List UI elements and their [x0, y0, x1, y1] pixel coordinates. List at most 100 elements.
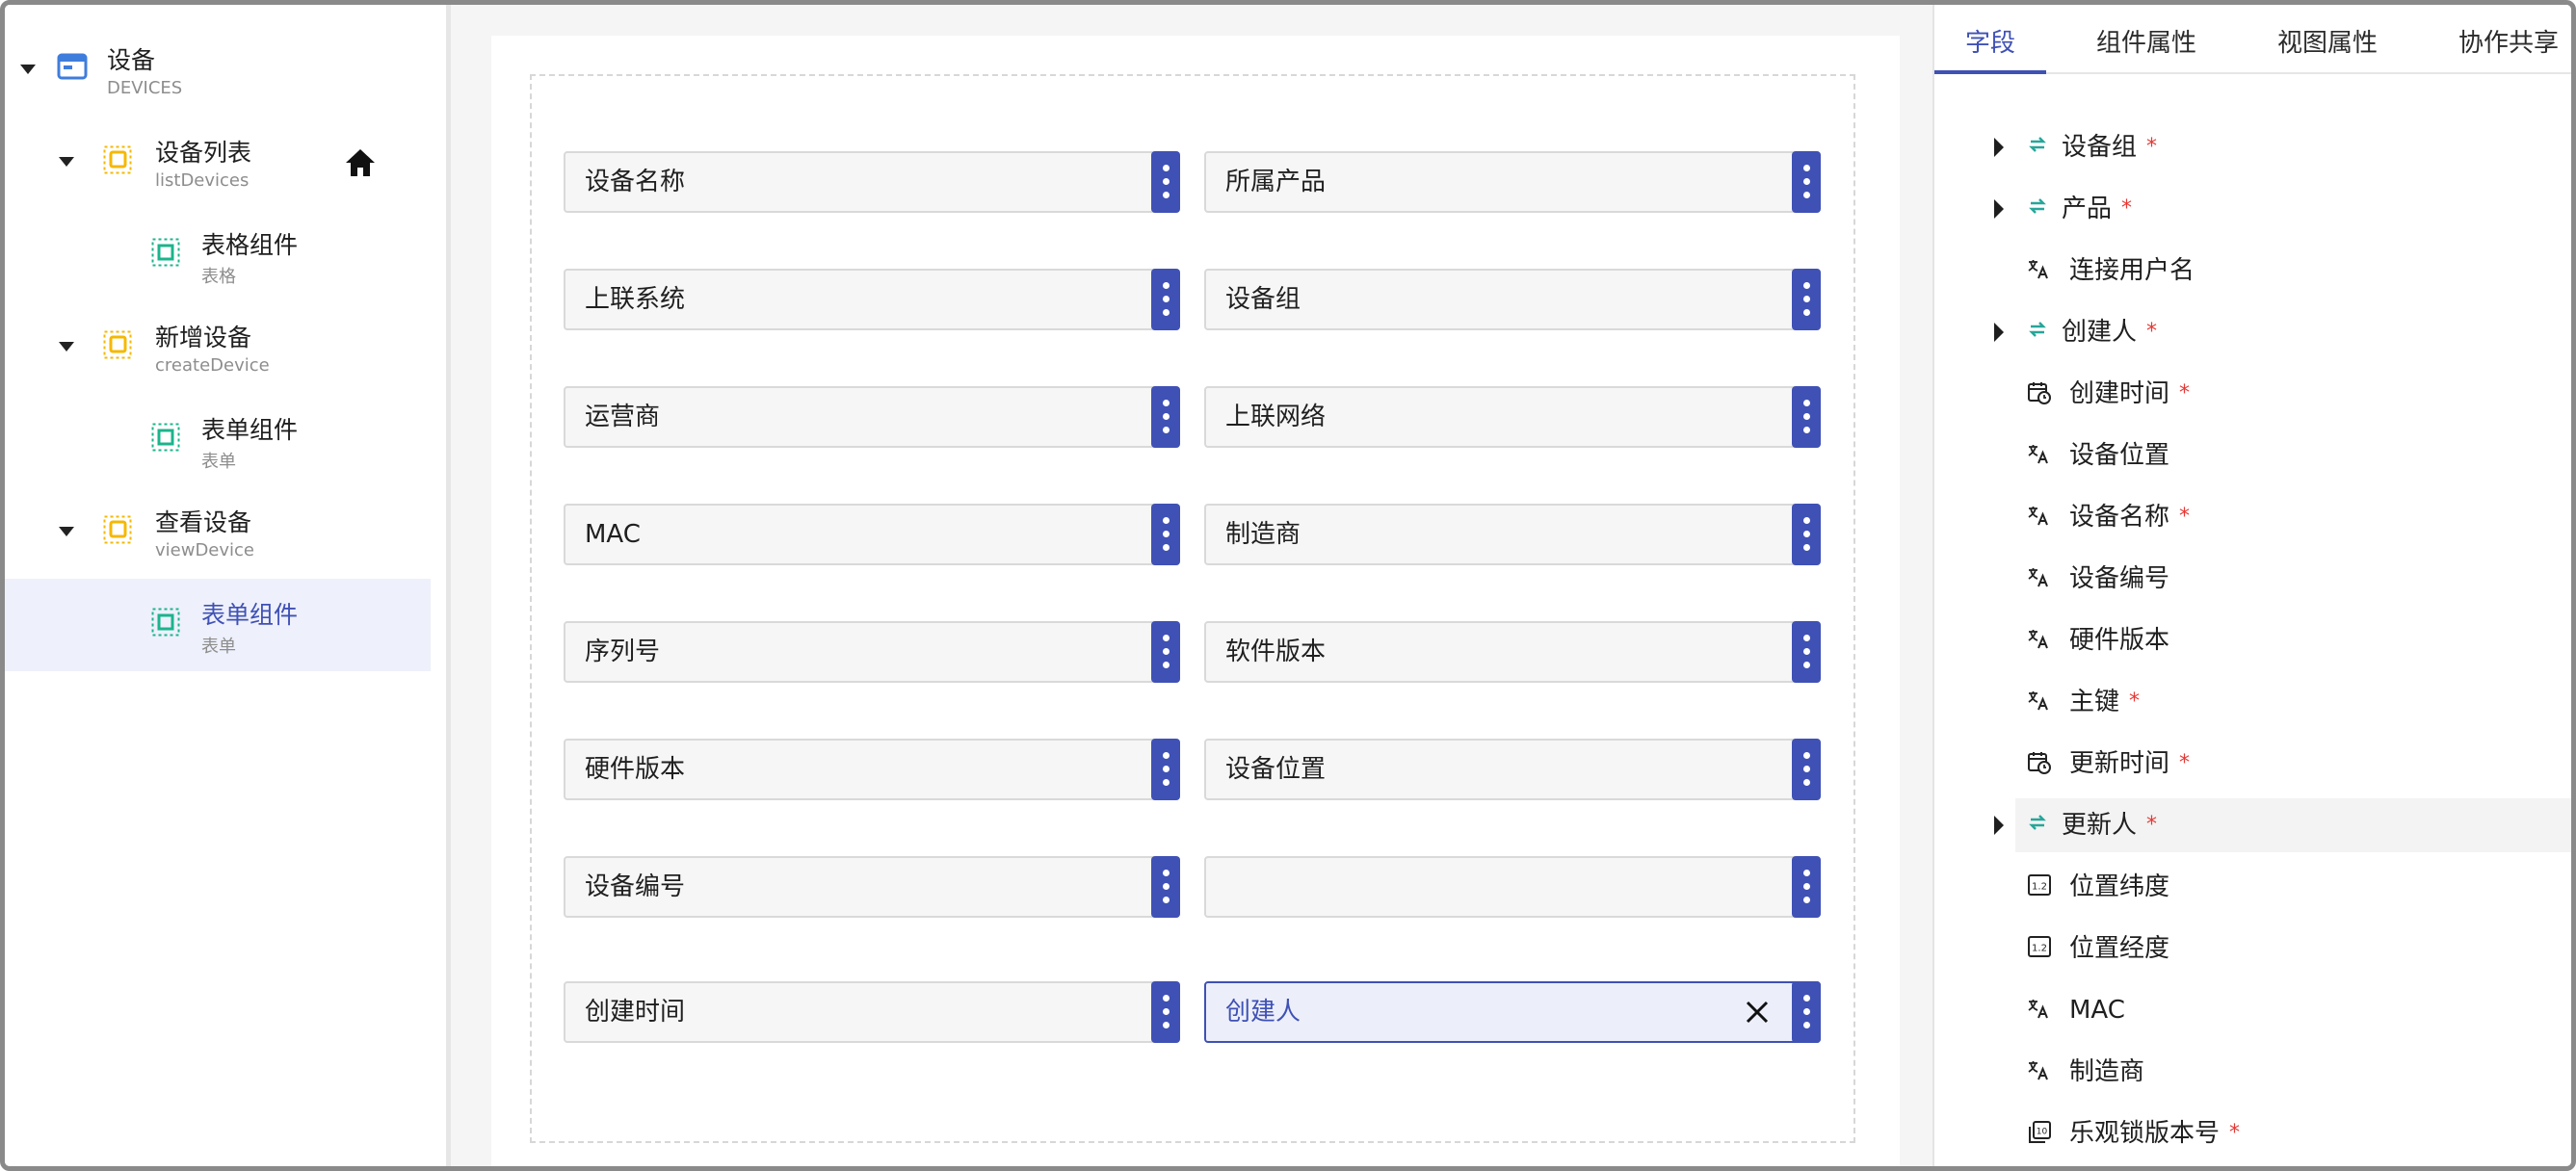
more-vert-icon[interactable]	[1151, 856, 1180, 918]
field-list-item[interactable]: 制造商	[2015, 1045, 2571, 1099]
tab-collaboration-sharing[interactable]: 协作共享	[2458, 5, 2559, 74]
field-name: 设备名称 *	[2069, 490, 2190, 546]
caret-right-icon[interactable]	[1994, 323, 2004, 342]
more-vert-icon[interactable]	[1151, 151, 1180, 213]
field-list-item[interactable]: 设备位置	[2015, 429, 2571, 482]
text-icon	[2027, 442, 2050, 469]
field-list-item[interactable]: 设备名称 *	[2015, 490, 2571, 546]
field-list-item[interactable]: 1.2 位置纬度	[2015, 860, 2571, 914]
caret-down-icon[interactable]	[59, 527, 74, 536]
field-name-text: 更新时间	[2069, 749, 2170, 778]
form-field[interactable]: 设备组	[1204, 269, 1821, 330]
form-field[interactable]	[1204, 856, 1821, 918]
more-vert-icon[interactable]	[1792, 856, 1821, 918]
more-vert-icon[interactable]	[1151, 269, 1180, 330]
tree-node-create-device[interactable]: 新增设备 createDevice	[5, 301, 431, 394]
caret-right-icon[interactable]	[1994, 138, 2004, 157]
close-icon[interactable]	[1744, 999, 1771, 1029]
form-field[interactable]: 序列号	[564, 621, 1180, 683]
form-field-label: 软件版本	[1225, 638, 1327, 666]
caret-right-icon[interactable]	[1994, 816, 2004, 835]
more-vert-icon[interactable]	[1151, 981, 1180, 1043]
field-list-item[interactable]: 更新人 *	[1994, 798, 2571, 852]
tree-node-subtitle: createDevice	[155, 355, 270, 376]
form-field-label: MAC	[585, 520, 641, 549]
more-vert-icon[interactable]	[1151, 386, 1180, 448]
more-vert-icon[interactable]	[1151, 621, 1180, 683]
field-name: 设备位置	[2069, 429, 2169, 482]
field-list-item[interactable]: 创建时间 *	[2015, 367, 2571, 423]
version-icon: 10	[2027, 1120, 2052, 1149]
field-name-text: 设备编号	[2069, 564, 2170, 593]
more-vert-icon[interactable]	[1792, 151, 1821, 213]
field-list-item[interactable]: 连接用户名	[2015, 244, 2571, 298]
field-name-text: 位置经度	[2069, 934, 2170, 963]
field-name: 设备编号	[2069, 552, 2169, 606]
tree-node-subtitle: 表单	[201, 637, 236, 657]
form-field[interactable]: 上联系统	[564, 269, 1180, 330]
more-vert-icon[interactable]	[1792, 621, 1821, 683]
caret-down-icon[interactable]	[20, 65, 36, 74]
field-name-text: 产品	[2062, 195, 2113, 223]
tree-node-subtitle: 表单	[201, 452, 236, 472]
more-vert-icon[interactable]	[1792, 739, 1821, 800]
tab-view-properties[interactable]: 视图属性	[2277, 5, 2378, 74]
field-list-item[interactable]: 1.2 位置经度	[2015, 922, 2571, 976]
field-list-item[interactable]: 设备组 *	[1994, 120, 2571, 176]
more-vert-icon[interactable]	[1792, 386, 1821, 448]
more-vert-icon[interactable]	[1792, 269, 1821, 330]
field-list-item[interactable]: MAC	[2015, 983, 2571, 1037]
form-field[interactable]: 设备名称	[564, 151, 1180, 213]
field-list-item[interactable]: 设备编号	[2015, 552, 2571, 606]
tree-node-table-widget[interactable]: 表格组件 表格	[5, 209, 431, 301]
required-mark: *	[2179, 505, 2191, 529]
relation-icon	[2027, 134, 2048, 159]
field-name: 产品 *	[2062, 182, 2132, 238]
widget-icon	[151, 608, 180, 640]
tree-node-devices[interactable]: 设备 DEVICES	[5, 24, 431, 117]
field-name: 制造商	[2069, 1045, 2144, 1099]
field-list-item[interactable]: 硬件版本	[2015, 613, 2571, 667]
form-field[interactable]: 硬件版本	[564, 739, 1180, 800]
form-field-selected[interactable]: 创建人	[1204, 981, 1821, 1043]
form-field[interactable]: 设备位置	[1204, 739, 1821, 800]
relation-icon	[2027, 195, 2048, 221]
tree-node-form-widget[interactable]: 表单组件 表单	[5, 394, 431, 486]
form-field[interactable]: 软件版本	[1204, 621, 1821, 683]
form-field-label: 上联系统	[585, 285, 686, 314]
home-icon[interactable]	[344, 147, 377, 182]
form-field[interactable]: 设备编号	[564, 856, 1180, 918]
form-field[interactable]: 上联网络	[1204, 386, 1821, 448]
more-vert-icon[interactable]	[1792, 504, 1821, 565]
field-list-item[interactable]: 10 乐观锁版本号 *	[2015, 1106, 2571, 1160]
form-field-label: 运营商	[585, 403, 661, 431]
caret-down-icon[interactable]	[59, 342, 74, 351]
tree-node-view-device[interactable]: 查看设备 viewDevice	[5, 486, 431, 579]
tree-node-title: 表单组件	[201, 601, 299, 629]
app-module-icon	[57, 53, 88, 84]
field-list-item[interactable]: 产品 *	[1994, 182, 2571, 238]
form-field-label: 制造商	[1225, 520, 1301, 549]
form-field[interactable]: 创建时间	[564, 981, 1180, 1043]
tab-component-properties[interactable]: 组件属性	[2096, 5, 2196, 74]
field-list-item[interactable]: 更新时间 *	[2015, 737, 2571, 791]
caret-right-icon[interactable]	[1994, 199, 2004, 219]
form-field[interactable]: 运营商	[564, 386, 1180, 448]
form-field-label: 硬件版本	[585, 755, 686, 784]
field-name: 设备组 *	[2062, 120, 2157, 176]
required-mark: *	[2146, 135, 2158, 159]
datetime-icon	[2027, 750, 2052, 779]
form-field[interactable]: 制造商	[1204, 504, 1821, 565]
form-field[interactable]: 所属产品	[1204, 151, 1821, 213]
tab-fields[interactable]: 字段	[1965, 5, 2015, 74]
more-vert-icon[interactable]	[1151, 504, 1180, 565]
field-list-item[interactable]: 创建人 *	[1994, 305, 2571, 359]
form-field[interactable]: MAC	[564, 504, 1180, 565]
caret-down-icon[interactable]	[59, 157, 74, 167]
more-vert-icon[interactable]	[1792, 981, 1821, 1043]
field-list-item[interactable]: 主键 *	[2015, 675, 2571, 729]
form-field-label: 设备组	[1225, 285, 1301, 314]
tree-node-form-widget-selected[interactable]: 表单组件 表单	[5, 579, 431, 671]
more-vert-icon[interactable]	[1151, 739, 1180, 800]
field-name: 创建时间 *	[2069, 367, 2190, 423]
